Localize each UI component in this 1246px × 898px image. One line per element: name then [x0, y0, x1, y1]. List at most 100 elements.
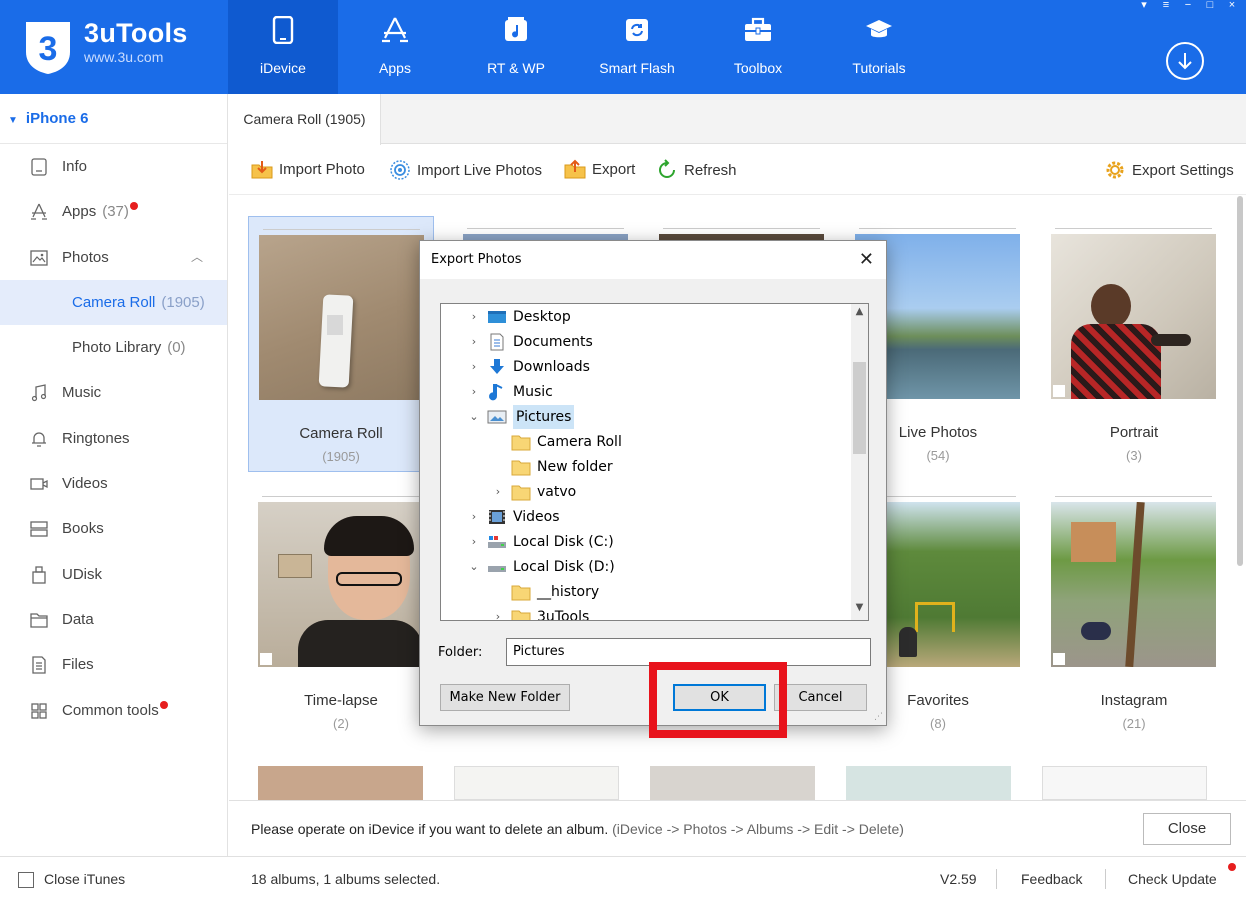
close-itunes-checkbox[interactable] — [18, 872, 34, 888]
device-header[interactable]: ▼ iPhone 6 — [0, 94, 227, 144]
tree-item-local-disk-d[interactable]: ⌄ Local Disk (D:) — [467, 555, 614, 579]
scroll-up-icon[interactable]: ▲ — [851, 306, 868, 317]
expand-icon[interactable]: › — [467, 305, 481, 329]
expand-icon[interactable]: › — [491, 480, 505, 504]
nav-tutorials[interactable]: Tutorials — [824, 0, 934, 94]
expand-icon[interactable]: › — [467, 355, 481, 379]
apps-icon — [382, 17, 408, 43]
sidebar-item-books[interactable]: Books — [0, 506, 227, 551]
tree-item-new-folder[interactable]: New folder — [491, 455, 613, 479]
tree-item-camera-roll[interactable]: Camera Roll — [491, 430, 622, 454]
sidebar-item-udisk[interactable]: UDisk — [0, 552, 227, 597]
desktop-icon — [487, 308, 507, 326]
album-time-lapse[interactable]: Time-lapse (2) — [248, 484, 434, 740]
close-itunes-label: Close iTunes — [44, 871, 126, 887]
nav-toolbox[interactable]: Toolbox — [703, 0, 813, 94]
tree-item-3utools[interactable]: › 3uTools — [491, 605, 589, 620]
check-update-link[interactable]: Check Update — [1128, 871, 1217, 887]
sidebar-item-label: Books — [62, 520, 104, 538]
file-icon — [32, 656, 46, 674]
album-scrollbar[interactable] — [1237, 196, 1243, 566]
album-name: Instagram — [1100, 692, 1168, 709]
close-button[interactable]: Close — [1143, 813, 1231, 845]
minimize-icon[interactable]: − — [1182, 0, 1194, 12]
nav-apps[interactable]: Apps — [340, 0, 450, 94]
folder-label: Folder: — [438, 645, 483, 660]
album-count: (2) — [333, 716, 349, 731]
sidebar-item-ringtones[interactable]: Ringtones — [0, 416, 227, 461]
tree-item-label: Documents — [513, 334, 593, 350]
album-instagram[interactable]: Instagram (21) — [1041, 484, 1227, 740]
feedback-link[interactable]: Feedback — [1021, 871, 1082, 887]
import-photo-button[interactable]: Import Photo — [251, 159, 365, 179]
tree-item-local-disk-c[interactable]: › Local Disk (C:) — [467, 530, 614, 554]
album-name: Portrait — [1109, 424, 1159, 441]
expand-icon[interactable]: › — [467, 530, 481, 554]
refresh-button[interactable]: Refresh — [656, 159, 737, 181]
close-window-icon[interactable]: × — [1226, 0, 1238, 12]
folder-icon — [30, 613, 48, 628]
app-version: V2.59 — [940, 871, 977, 887]
export-settings-button[interactable]: Export Settings — [1104, 159, 1234, 181]
list-icon[interactable]: ≡ — [1160, 0, 1172, 12]
export-button[interactable]: Export — [564, 159, 635, 179]
tree-item-label: Local Disk (C:) — [513, 534, 614, 550]
tree-scrollbar[interactable]: ▲ ▼ — [851, 304, 868, 620]
sidebar-item-apps[interactable]: Apps (37) — [0, 189, 227, 234]
expand-icon[interactable]: › — [467, 380, 481, 404]
tree-item-history[interactable]: __history — [491, 580, 599, 604]
tree-item-videos[interactable]: › Videos — [467, 505, 560, 529]
album-thumbnail-partial[interactable] — [258, 766, 423, 800]
sidebar-item-photos[interactable]: Photos ︿ — [0, 235, 227, 280]
album-thumbnail-partial[interactable] — [454, 766, 619, 800]
collapse-icon[interactable]: ⌄ — [467, 555, 481, 579]
tree-item-vatvo[interactable]: › vatvo — [491, 480, 576, 504]
resize-grip-icon[interactable]: ⋰ — [874, 712, 883, 722]
nav-idevice[interactable]: iDevice — [228, 0, 338, 94]
tree-item-desktop[interactable]: › Desktop — [467, 305, 571, 329]
scroll-thumb[interactable] — [853, 362, 866, 454]
import-live-photos-button[interactable]: Import Live Photos — [389, 159, 542, 181]
tree-item-label: Pictures — [513, 405, 575, 429]
sidebar-item-videos[interactable]: Videos — [0, 461, 227, 506]
tree-item-downloads[interactable]: › Downloads — [467, 355, 590, 379]
apps-icon — [31, 204, 47, 220]
tree-item-label: Downloads — [513, 359, 590, 375]
dialog-close-icon[interactable]: ✕ — [859, 249, 874, 270]
notification-badge — [159, 700, 168, 709]
sidebar-item-files[interactable]: Files — [0, 642, 227, 687]
divider — [1105, 869, 1106, 889]
make-new-folder-button[interactable]: Make New Folder — [440, 684, 570, 711]
tree-item-music[interactable]: › Music — [467, 380, 553, 404]
sidebar-item-data[interactable]: Data — [0, 597, 227, 642]
cancel-button[interactable]: Cancel — [774, 684, 867, 711]
expand-icon[interactable]: › — [467, 330, 481, 354]
tab-camera-roll[interactable]: Camera Roll (1905) — [229, 94, 381, 145]
sidebar-item-camera-roll[interactable]: Camera Roll (1905) — [0, 279, 227, 326]
sidebar-item-info[interactable]: Info — [0, 144, 227, 189]
sidebar-item-photo-library[interactable]: Photo Library (0) — [0, 325, 227, 370]
album-thumbnail-partial[interactable] — [1042, 766, 1207, 800]
tree-item-pictures[interactable]: ⌄ Pictures — [467, 405, 575, 429]
scroll-down-icon[interactable]: ▼ — [851, 602, 868, 613]
maximize-icon[interactable]: □ — [1204, 0, 1216, 12]
menu-icon[interactable]: ▾ — [1138, 0, 1150, 12]
album-thumbnail — [1051, 234, 1216, 399]
sidebar-item-common-tools[interactable]: Common tools — [0, 688, 227, 733]
chevron-up-icon[interactable]: ︿ — [191, 235, 203, 280]
export-folder-icon — [564, 159, 586, 179]
album-thumbnail-partial[interactable] — [846, 766, 1011, 800]
collapse-icon[interactable]: ⌄ — [467, 405, 481, 429]
videos-icon — [487, 508, 507, 526]
nav-rt-wp[interactable]: RT & WP — [461, 0, 571, 94]
expand-icon[interactable]: › — [467, 505, 481, 529]
expand-icon[interactable]: › — [491, 605, 505, 620]
sidebar-item-music[interactable]: Music — [0, 370, 227, 415]
album-thumbnail-partial[interactable] — [650, 766, 815, 800]
album-camera-roll[interactable]: Camera Roll (1905) — [248, 216, 434, 472]
nav-smart-flash[interactable]: Smart Flash — [582, 0, 692, 94]
ok-highlight-annotation — [649, 662, 787, 738]
tree-item-documents[interactable]: › Documents — [467, 330, 593, 354]
album-portrait[interactable]: Portrait (3) — [1041, 216, 1227, 472]
download-manager-button[interactable] — [1166, 42, 1204, 80]
